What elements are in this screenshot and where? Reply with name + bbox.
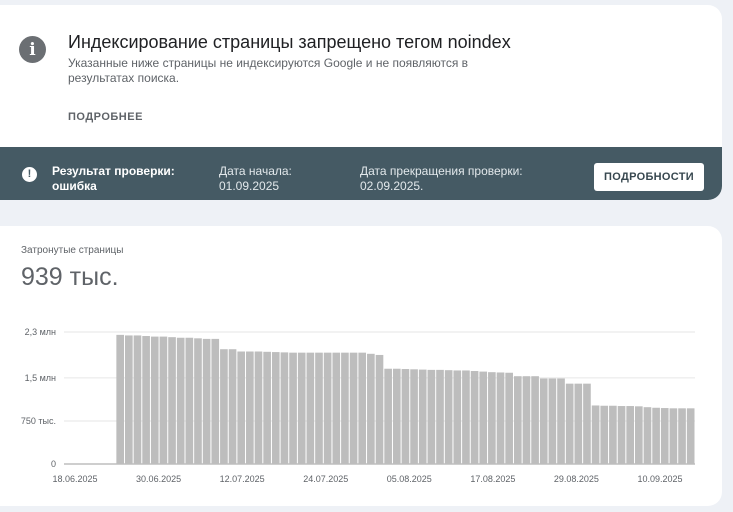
chart-bar xyxy=(168,337,176,464)
chart-bar xyxy=(332,352,341,464)
chart-bar xyxy=(375,354,384,464)
x-tick-label: 30.06.2025 xyxy=(136,474,181,484)
validation-status: Результат проверки: ошибка xyxy=(52,164,175,193)
issue-card: i Индексирование страницы запрещено тего… xyxy=(0,5,722,200)
chart-bar xyxy=(686,408,695,464)
chart-bar xyxy=(185,337,194,464)
x-tick-label: 12.07.2025 xyxy=(220,474,265,484)
validation-start-date: Дата начала: 01.09.2025 xyxy=(219,164,292,193)
chart-bar xyxy=(159,336,168,464)
chart-bar xyxy=(280,352,289,464)
chart-bar xyxy=(254,351,263,464)
chart-bar xyxy=(522,376,531,464)
chart-bar xyxy=(315,352,323,464)
chart-bar xyxy=(660,408,669,464)
chart-bar xyxy=(220,349,228,464)
chart-bar xyxy=(246,351,254,464)
chart-bar xyxy=(574,383,583,464)
validation-status-bar: ! Результат проверки: ошибка Дата начала… xyxy=(0,147,722,200)
chart-bar xyxy=(436,369,444,464)
chart-bar xyxy=(202,338,211,464)
chart-bar xyxy=(531,376,539,464)
chart-bar xyxy=(133,335,142,464)
chart-bar xyxy=(194,338,202,464)
chart-bar xyxy=(341,352,349,464)
chart-bar xyxy=(176,337,185,464)
y-tick-label: 0 xyxy=(51,459,56,469)
chart-bar xyxy=(488,372,496,464)
chart-bar xyxy=(470,371,479,464)
chart-bar xyxy=(557,378,565,464)
alert-icon: ! xyxy=(22,167,37,182)
chart-bar xyxy=(539,378,548,464)
chart-bar xyxy=(513,376,522,464)
chart-bar xyxy=(609,405,617,464)
chart-bar xyxy=(125,335,133,464)
chart-bar xyxy=(643,407,652,464)
chart-bar xyxy=(634,406,643,464)
x-tick-label: 10.09.2025 xyxy=(637,474,682,484)
chart-bar xyxy=(479,371,488,464)
chart-bar xyxy=(565,383,574,464)
chart-bar xyxy=(418,369,427,464)
affected-pages-chart: 0 750 тыс. 1,5 млн 2,3 млн 18.06.2025 30.06.2… xyxy=(21,327,695,484)
y-tick-label: 2,3 млн xyxy=(25,327,56,337)
chart-bar xyxy=(349,352,358,464)
chart-bar xyxy=(548,378,557,464)
chart-bar xyxy=(617,406,626,464)
details-button[interactable]: ПОДРОБНОСТИ xyxy=(594,163,704,191)
chart-bar xyxy=(600,405,609,464)
chart-bar xyxy=(401,369,410,464)
x-tick-label: 18.06.2025 xyxy=(52,474,97,484)
chart-bar xyxy=(410,369,418,464)
learn-more-link[interactable]: ПОДРОБНЕЕ xyxy=(68,111,143,123)
chart-bar xyxy=(150,336,159,464)
chart-bar xyxy=(358,352,367,464)
chart-bar xyxy=(496,372,505,464)
x-tick-label: 17.08.2025 xyxy=(470,474,515,484)
chart-bar xyxy=(462,370,470,464)
chart-bar xyxy=(669,408,678,464)
chart-bar xyxy=(289,352,297,464)
chart-bar xyxy=(306,352,315,464)
chart-bar xyxy=(367,353,375,464)
x-tick-label: 24.07.2025 xyxy=(303,474,348,484)
chart-bar xyxy=(211,338,220,464)
y-tick-label: 1,5 млн xyxy=(25,373,56,383)
chart-bar xyxy=(444,370,453,464)
chart-bar xyxy=(297,352,306,464)
chart-bar xyxy=(237,351,246,464)
chart-bar xyxy=(228,349,237,464)
validation-end-date: Дата прекращения проверки: 02.09.2025. xyxy=(360,164,523,193)
chart-bar xyxy=(583,383,591,464)
chart-bar xyxy=(591,405,600,464)
chart-bar xyxy=(626,406,634,464)
info-icon: i xyxy=(19,36,46,63)
chart-bar xyxy=(505,372,513,464)
chart-bar xyxy=(392,368,401,464)
issue-title: Индексирование страницы запрещено тегом … xyxy=(68,32,511,52)
chart-bar xyxy=(323,352,332,464)
chart-bar xyxy=(453,370,462,464)
chart-bar xyxy=(427,369,436,464)
chart-bar xyxy=(271,352,280,464)
chart-bar xyxy=(142,336,150,464)
chart-bar xyxy=(652,407,660,464)
issue-description: Указанные ниже страницы не индексируются… xyxy=(68,56,469,85)
x-tick-label: 05.08.2025 xyxy=(387,474,432,484)
x-tick-label: 29.08.2025 xyxy=(554,474,599,484)
chart-bar xyxy=(678,408,686,464)
chart-bar xyxy=(384,368,392,464)
y-tick-label: 750 тыс. xyxy=(21,416,56,426)
chart-bar xyxy=(263,351,271,464)
chart-bar xyxy=(116,334,125,464)
affected-pages-card: Затронутые страницы 939 тыс. 0 750 тыс. 1,… xyxy=(0,226,722,506)
